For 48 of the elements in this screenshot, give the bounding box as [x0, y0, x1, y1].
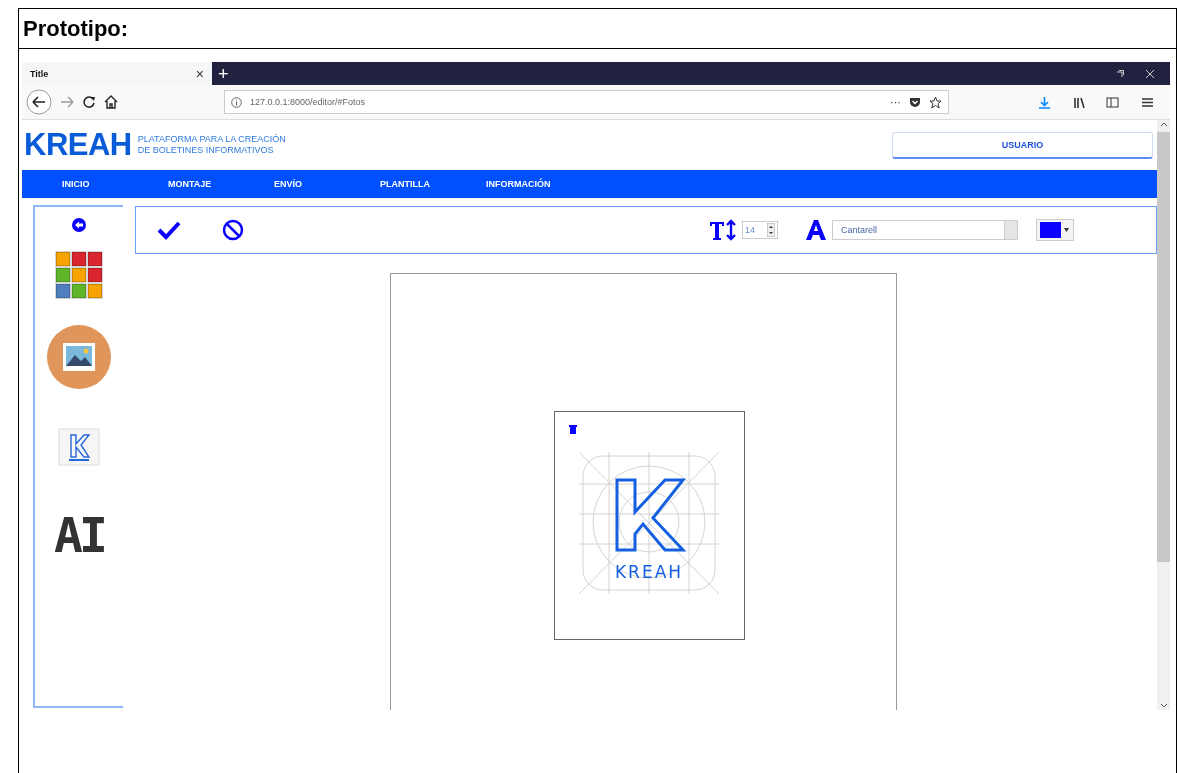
close-icon[interactable] — [1146, 69, 1154, 78]
download-icon[interactable] — [1038, 95, 1051, 109]
forward-icon[interactable] — [60, 95, 74, 109]
tagline: DE BOLETINES INFORMATIVOS — [137, 145, 275, 156]
scroll-up-icon[interactable] — [1159, 120, 1168, 128]
color-picker[interactable] — [1036, 219, 1074, 241]
image-frame[interactable]: KREAH — [554, 411, 745, 640]
palette-icon[interactable] — [55, 251, 103, 299]
user-button[interactable]: USUARIO — [892, 131, 1153, 159]
scrollbar[interactable] — [1157, 120, 1170, 710]
tagline: PLATAFORMA PARA LA CREACIÓN — [137, 134, 286, 145]
info-icon[interactable] — [231, 96, 242, 108]
font-icon[interactable] — [804, 218, 828, 242]
browser-tab[interactable]: Title × — [22, 62, 212, 85]
back-icon[interactable] — [71, 217, 87, 233]
caret-icon[interactable] — [1064, 228, 1069, 232]
logo-drawing: KREAH — [579, 452, 719, 594]
nav-link[interactable]: MONTAJE — [168, 179, 212, 189]
trash-icon[interactable] — [569, 424, 577, 434]
cancel-icon[interactable] — [222, 219, 244, 241]
spinner-icon[interactable] — [767, 223, 775, 237]
back-icon[interactable] — [26, 89, 52, 115]
more-icon[interactable]: ··· — [890, 96, 901, 108]
text-tool-icon[interactable]: AI — [54, 507, 104, 563]
image-icon[interactable] — [47, 325, 111, 389]
logo-icon[interactable] — [57, 427, 101, 467]
new-tab-button[interactable]: + — [218, 64, 229, 83]
nav-link[interactable]: INICIO — [62, 179, 90, 189]
pocket-icon[interactable] — [909, 96, 921, 108]
text-size-icon[interactable] — [708, 219, 738, 241]
restore-icon[interactable] — [1116, 69, 1124, 78]
close-icon[interactable]: × — [195, 65, 204, 82]
font-family-select[interactable]: Cantarell — [832, 220, 1018, 240]
star-icon[interactable] — [929, 95, 942, 109]
address-bar[interactable]: 127.0.0.1:8000/editor/#Fotos ··· — [224, 90, 949, 114]
home-icon[interactable] — [104, 95, 118, 109]
menu-icon[interactable] — [1141, 95, 1154, 109]
sidebar-icon[interactable] — [1106, 95, 1119, 109]
nav-link[interactable]: PLANTILLA — [380, 179, 430, 189]
nav-link[interactable]: INFORMACIÓN — [486, 179, 551, 189]
heading: Prototipo: — [23, 15, 129, 42]
logo[interactable]: KREAH — [24, 127, 132, 163]
library-icon[interactable] — [1073, 95, 1086, 109]
font-size-field[interactable]: 14 — [742, 221, 778, 239]
scroll-down-icon[interactable] — [1159, 702, 1168, 710]
reload-icon[interactable] — [82, 95, 96, 109]
check-icon[interactable] — [156, 220, 182, 240]
nav-link[interactable]: ENVÍO — [274, 179, 302, 189]
